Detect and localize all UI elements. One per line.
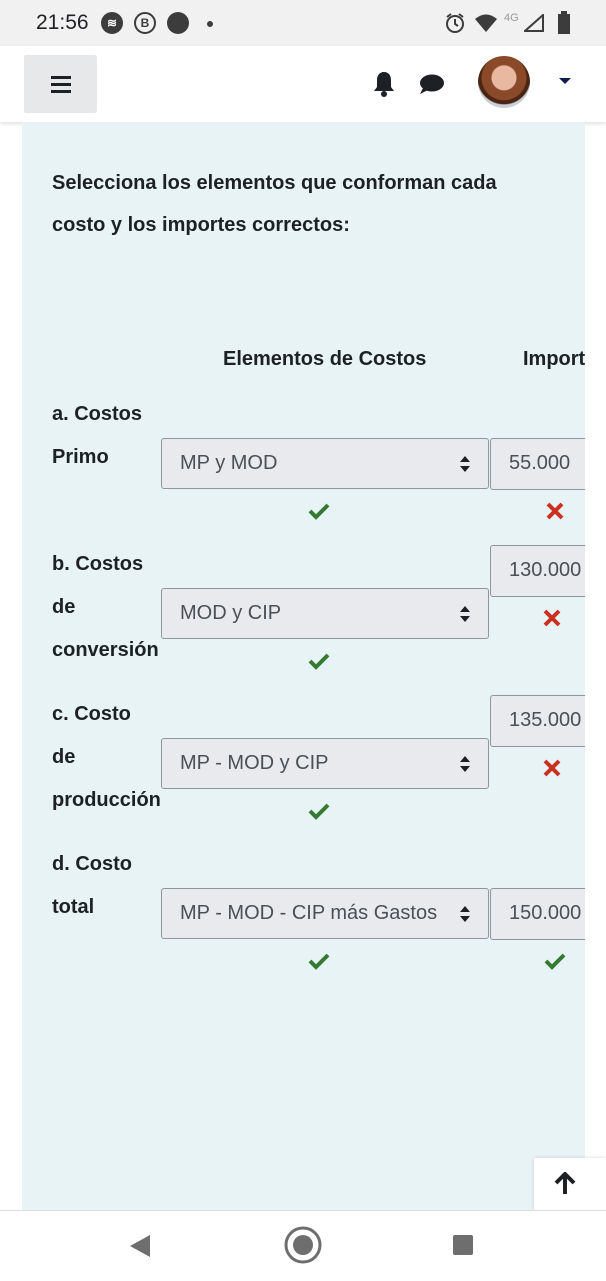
check-icon <box>308 503 330 520</box>
amount-input[interactable]: 150.000 <box>490 888 585 940</box>
status-time: 21:56 <box>36 11 89 34</box>
bell-icon[interactable] <box>372 70 396 98</box>
back-to-top-button[interactable] <box>534 1158 606 1210</box>
question-card: Selecciona los elementos que conforman c… <box>22 122 585 1210</box>
amount-input[interactable]: 130.000 <box>490 545 585 597</box>
battery-icon <box>558 11 570 34</box>
check-icon <box>308 953 330 970</box>
amount-value: 130.000 <box>509 559 582 581</box>
check-icon <box>308 653 330 670</box>
check-icon <box>544 953 566 970</box>
amount-value: 150.000 <box>509 902 582 924</box>
b-icon: B <box>134 12 156 34</box>
alarm-icon <box>446 13 464 33</box>
dot-icon <box>207 21 213 27</box>
row-label: a. Costos Primo <box>52 403 143 468</box>
row-label: c. Costo de producción <box>52 703 161 811</box>
column-header-elements: Elementos de Costos <box>223 348 427 370</box>
chat-icon[interactable] <box>418 73 446 95</box>
amount-value: 135.000 <box>509 709 582 731</box>
select-value: MOD y CIP <box>180 602 282 624</box>
recents-icon[interactable] <box>452 1234 474 1256</box>
select-arrows-icon <box>460 456 470 472</box>
select-value: MP - MOD - CIP más Gastos <box>180 902 438 924</box>
select-value: MP - MOD y CIP <box>180 752 329 774</box>
back-icon[interactable] <box>128 1233 152 1259</box>
arrow-up-icon <box>554 1172 576 1194</box>
hamburger-menu-icon[interactable] <box>24 55 97 113</box>
cross-icon <box>543 609 561 627</box>
cross-icon <box>546 502 564 520</box>
cross-icon <box>543 759 561 777</box>
home-icon[interactable] <box>283 1225 323 1265</box>
element-select[interactable]: MP y MOD <box>161 438 489 489</box>
amount-value: 55.000 <box>509 452 571 474</box>
network-type: 4G <box>504 12 519 24</box>
wifi-icon <box>475 14 497 32</box>
select-value: MP y MOD <box>180 452 278 474</box>
spotify-icon: ≋ <box>101 12 123 34</box>
top-navbar <box>0 46 606 122</box>
caret-down-icon[interactable] <box>559 78 571 84</box>
question-text: Selecciona los elementos que conforman c… <box>52 172 497 236</box>
signal-icon <box>524 14 544 32</box>
element-select[interactable]: MP - MOD y CIP <box>161 738 489 789</box>
element-select[interactable]: MP - MOD - CIP más Gastos <box>161 888 489 939</box>
row-label: b. Costos de conversión <box>52 553 159 661</box>
select-arrows-icon <box>460 906 470 922</box>
check-icon <box>308 803 330 820</box>
status-bar: 21:56 ≋ B 4G <box>0 0 606 46</box>
element-select[interactable]: MOD y CIP <box>161 588 489 639</box>
system-navigation-bar <box>0 1210 606 1281</box>
avatar[interactable] <box>478 56 530 108</box>
select-arrows-icon <box>460 606 470 622</box>
row-label: d. Costo total <box>52 853 132 918</box>
select-arrows-icon <box>460 756 470 772</box>
column-header-amount: Import <box>523 348 585 370</box>
amount-input[interactable]: 135.000 <box>490 695 585 747</box>
circle-icon <box>167 12 189 34</box>
amount-input[interactable]: 55.000 <box>490 438 585 490</box>
